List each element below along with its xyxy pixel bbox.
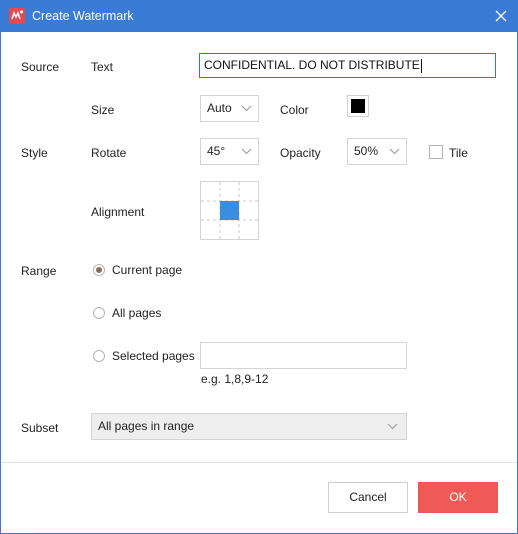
current-page-radio[interactable] <box>93 264 105 276</box>
alignment-grid[interactable] <box>200 181 259 240</box>
radio-dot <box>96 267 102 273</box>
selected-pages-radio[interactable] <box>93 350 105 362</box>
text-label: Text <box>91 60 114 74</box>
subset-section-label: Subset <box>21 421 59 435</box>
chevron-down-icon <box>389 148 400 155</box>
text-caret <box>420 58 422 73</box>
create-watermark-dialog: Create Watermark Source Text CONFIDENTIA… <box>0 0 518 534</box>
current-page-label: Current page <box>112 263 183 277</box>
opacity-label: Opacity <box>280 146 321 160</box>
chevron-down-icon <box>241 148 252 155</box>
watermark-text-value: CONFIDENTIAL. DO NOT DISTRIBUTE <box>204 58 420 72</box>
source-section-label: Source <box>21 60 60 74</box>
color-label: Color <box>280 103 309 117</box>
size-select[interactable]: Auto <box>200 95 259 122</box>
title-bar: Create Watermark <box>1 1 517 32</box>
tile-checkbox[interactable] <box>429 145 443 159</box>
opacity-select[interactable]: 50% <box>347 138 407 165</box>
color-swatch-fill <box>351 99 365 113</box>
tile-label: Tile <box>449 146 468 160</box>
all-pages-radio[interactable] <box>93 307 105 319</box>
style-section-label: Style <box>21 146 48 160</box>
alignment-cell-selected[interactable] <box>220 201 239 220</box>
close-button[interactable] <box>485 1 517 32</box>
ok-button[interactable]: OK <box>418 482 498 513</box>
chevron-down-icon <box>387 423 398 430</box>
selected-pages-label: Selected pages <box>112 349 195 363</box>
rotate-value: 45° <box>207 144 226 158</box>
subset-select[interactable]: All pages in range <box>91 413 407 440</box>
all-pages-label: All pages <box>112 306 162 320</box>
app-logo-icon <box>9 8 25 24</box>
selected-pages-input[interactable] <box>200 342 407 369</box>
rotate-label: Rotate <box>91 146 127 160</box>
rotate-select[interactable]: 45° <box>200 138 259 165</box>
dialog-title: Create Watermark <box>32 9 134 23</box>
chevron-down-icon <box>241 105 252 112</box>
alignment-label: Alignment <box>91 205 145 219</box>
pages-hint: e.g. 1,8,9-12 <box>201 372 269 386</box>
opacity-value: 50% <box>354 144 379 158</box>
cancel-button[interactable]: Cancel <box>328 482 408 513</box>
range-section-label: Range <box>21 264 57 278</box>
subset-value: All pages in range <box>98 419 195 433</box>
size-label: Size <box>91 103 115 117</box>
size-value: Auto <box>207 101 232 115</box>
watermark-text-input[interactable]: CONFIDENTIAL. DO NOT DISTRIBUTE <box>199 53 496 78</box>
footer-divider <box>1 462 517 463</box>
close-icon <box>495 10 507 22</box>
color-picker[interactable] <box>347 95 369 117</box>
